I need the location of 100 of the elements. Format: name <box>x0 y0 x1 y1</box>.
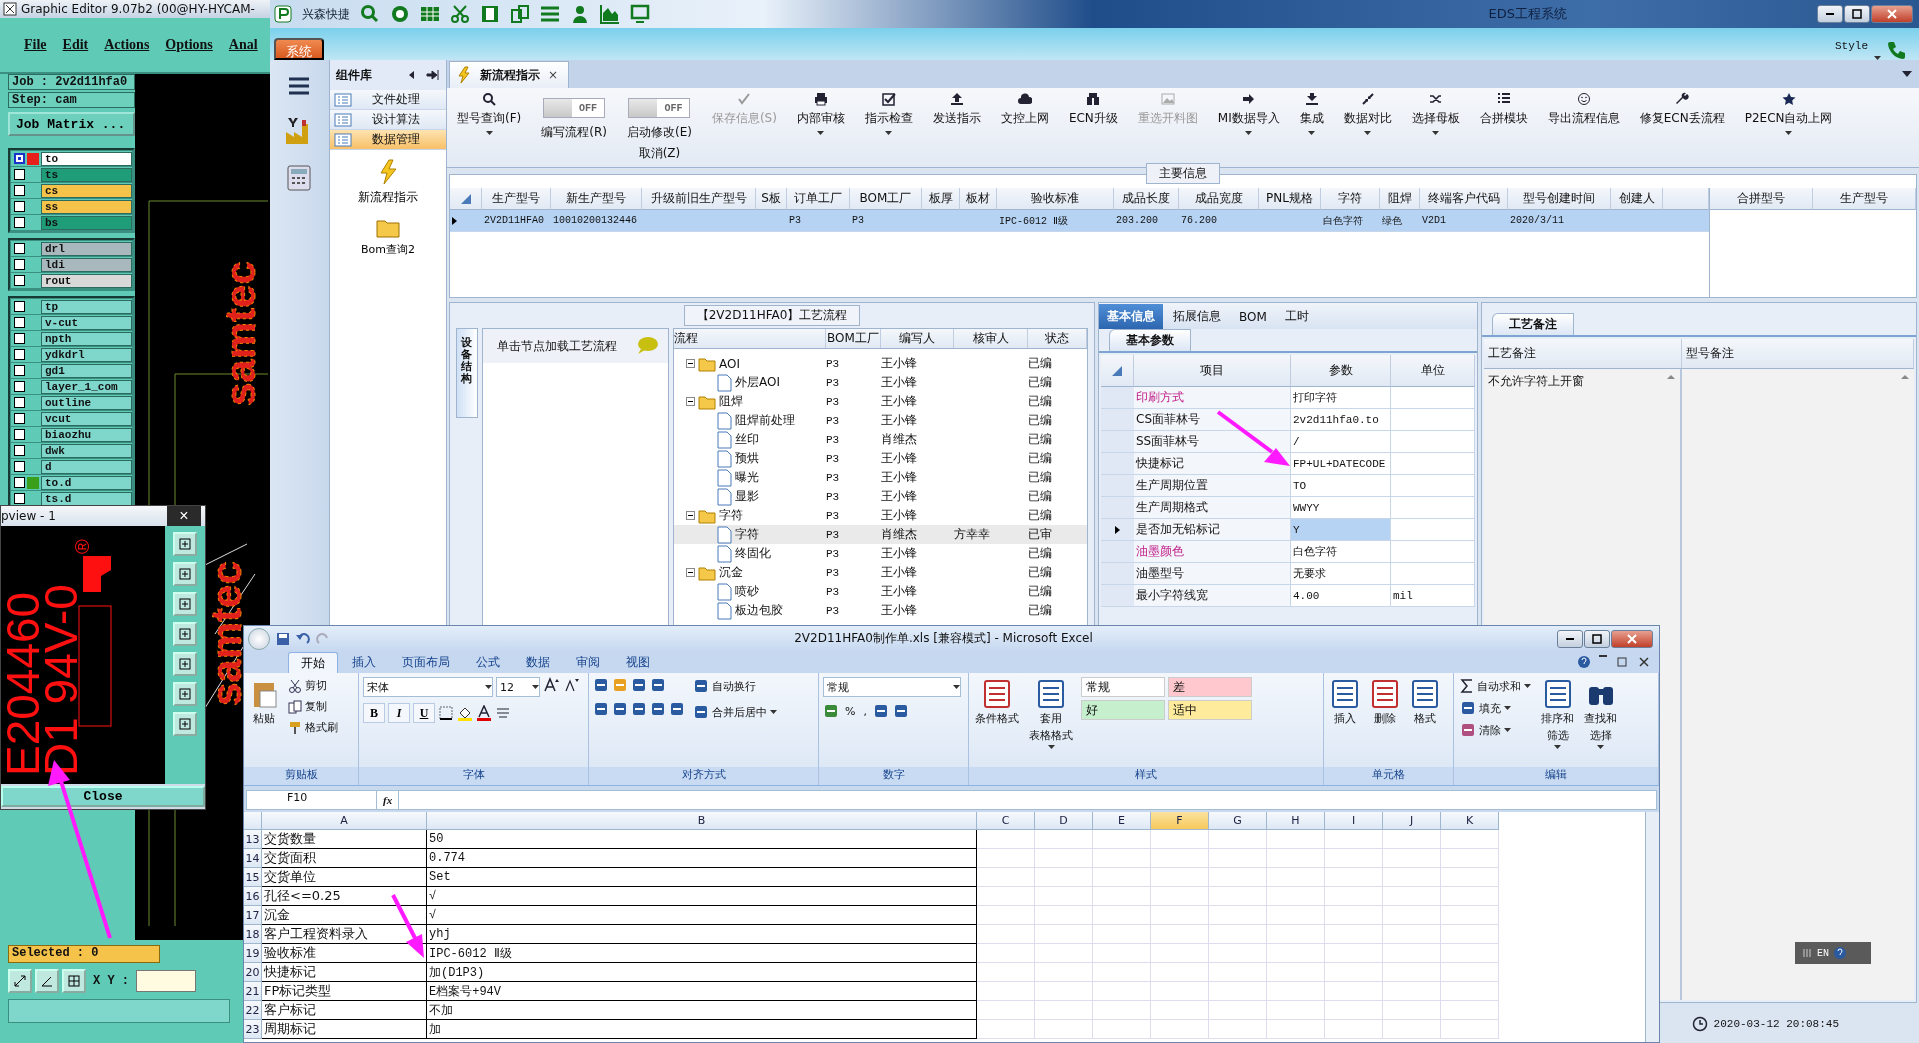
column-header[interactable]: 编写人 <box>881 329 954 348</box>
language-bar[interactable]: EN <box>1795 942 1871 964</box>
layer-checkbox[interactable] <box>14 381 25 392</box>
layer-name[interactable]: rout <box>41 273 132 288</box>
grid-cell[interactable] <box>977 982 1035 1001</box>
save-icon[interactable] <box>276 631 290 646</box>
tab[interactable]: 基本参数 <box>1109 329 1191 351</box>
tree-node[interactable]: 字符 <box>719 507 743 524</box>
phone-icon[interactable] <box>1887 40 1907 60</box>
find-select-button[interactable]: 查找和 选择 <box>1582 677 1619 751</box>
toolbar-button[interactable]: 文控上网 <box>990 92 1059 167</box>
tab[interactable]: 工时 <box>1276 304 1317 329</box>
column-header[interactable]: 字符 <box>1321 188 1380 210</box>
parameter-value[interactable]: 2v2d11hfa0.to <box>1291 409 1391 431</box>
column-header[interactable]: PNL规格 <box>1259 188 1321 210</box>
document-tab[interactable]: 新流程指示 × <box>449 61 570 88</box>
menu-item[interactable]: Options <box>165 37 213 53</box>
sort-filter-button[interactable]: 排序和 筛选 <box>1539 677 1576 751</box>
tree-node[interactable]: 阻焊前处理 <box>735 412 795 429</box>
menu-item[interactable]: Edit <box>62 37 89 53</box>
tree-node[interactable]: 字符 <box>735 526 759 543</box>
ribbon-tab[interactable]: 数据 <box>514 652 562 673</box>
grid-cell[interactable] <box>1209 1001 1267 1020</box>
view-tool-button[interactable] <box>173 622 197 646</box>
grid-cell[interactable] <box>1093 887 1151 906</box>
layer-name[interactable]: biaozhu <box>41 427 132 442</box>
grid-cell[interactable] <box>1267 887 1325 906</box>
toolbar-button[interactable]: 数据对比 <box>1333 92 1402 167</box>
parameter-value[interactable]: 无要求 <box>1291 563 1391 585</box>
layer-name[interactable]: ts <box>41 167 132 182</box>
column-header[interactable]: 升级前旧生产型号 <box>642 188 756 210</box>
tree-node[interactable]: 板边包胶 <box>735 602 783 619</box>
grid-cell[interactable] <box>1035 887 1093 906</box>
close-button[interactable] <box>1611 629 1653 648</box>
calculator-icon[interactable] <box>284 164 313 192</box>
grid-cell[interactable] <box>1151 944 1209 963</box>
ribbon-tab[interactable]: 页面布局 <box>390 652 462 673</box>
grid-cell[interactable] <box>1383 925 1441 944</box>
row-header[interactable]: 13 <box>244 830 262 849</box>
grid-cell[interactable] <box>1383 830 1441 849</box>
grid-tool-button[interactable] <box>62 969 86 993</box>
grid-cell[interactable] <box>977 944 1035 963</box>
lifebuoy-icon[interactable] <box>390 4 410 24</box>
scrollbar[interactable] <box>1645 812 1659 1042</box>
row-header[interactable]: 18 <box>244 925 262 944</box>
paste-button[interactable]: 粘贴 <box>248 677 280 728</box>
tree-node[interactable]: 外层AOI <box>735 374 780 391</box>
layer-name[interactable]: drl <box>41 241 132 256</box>
toolbar-button[interactable]: 集成 <box>1289 92 1334 167</box>
column-header[interactable]: B <box>427 812 977 830</box>
grid-cell[interactable] <box>1093 944 1151 963</box>
grid-cell[interactable] <box>1441 925 1499 944</box>
grid-cell[interactable] <box>1151 849 1209 868</box>
grid-cell[interactable] <box>1267 849 1325 868</box>
grid-cell[interactable] <box>1441 868 1499 887</box>
scissors-icon[interactable] <box>450 4 470 24</box>
column-header[interactable]: 型号创建时间 <box>1508 188 1611 210</box>
grid-cell[interactable] <box>1441 849 1499 868</box>
view-tool-button[interactable] <box>173 682 197 706</box>
column-header[interactable]: K <box>1441 812 1499 830</box>
layer-name[interactable]: layer_1_com <box>41 379 132 394</box>
layer-name[interactable]: v-cut <box>41 315 132 330</box>
grid-cell[interactable] <box>977 849 1035 868</box>
person-icon[interactable] <box>570 4 590 24</box>
grid-cell[interactable] <box>977 887 1035 906</box>
column-header[interactable]: 板厚 <box>922 188 960 210</box>
grid-cell[interactable] <box>1209 830 1267 849</box>
parameter-value[interactable]: 打印字符 <box>1291 387 1391 409</box>
parameter-value[interactable]: 4.00 <box>1291 585 1391 607</box>
row-header[interactable]: 19 <box>244 944 262 963</box>
grid-cell[interactable] <box>1093 925 1151 944</box>
job-matrix-button[interactable]: Job Matrix ... <box>8 112 135 136</box>
grid-cell[interactable] <box>1035 944 1093 963</box>
grid-cell[interactable] <box>1151 887 1209 906</box>
grid-cell[interactable] <box>1209 963 1267 982</box>
minimize-button[interactable] <box>1817 5 1843 23</box>
grid-cell[interactable] <box>1383 1020 1441 1039</box>
layer-checkbox[interactable] <box>14 429 25 440</box>
column-header[interactable]: S板 <box>756 188 787 210</box>
layer-checkbox[interactable] <box>14 153 25 164</box>
row-header[interactable]: 20 <box>244 963 262 982</box>
column-header[interactable]: G <box>1209 812 1267 830</box>
minimize-button[interactable] <box>1557 629 1583 648</box>
grid-cell[interactable] <box>1209 868 1267 887</box>
layer-name[interactable]: ldi <box>41 257 132 272</box>
tree-node[interactable]: 预烘 <box>735 450 759 467</box>
grid-cell[interactable] <box>1267 1020 1325 1039</box>
library-item[interactable]: 文件处理 <box>330 90 446 110</box>
grid-cell[interactable] <box>1093 982 1151 1001</box>
layer-checkbox[interactable] <box>14 397 25 408</box>
grid-cell[interactable] <box>1209 982 1267 1001</box>
grid-cell[interactable] <box>1035 906 1093 925</box>
toolbar-button[interactable]: 选择母板 <box>1401 92 1470 167</box>
column-header[interactable]: 单位 <box>1391 355 1475 387</box>
delete-button[interactable]: 删除 <box>1368 677 1402 728</box>
column-header[interactable]: J <box>1383 812 1441 830</box>
column-header[interactable]: H <box>1267 812 1325 830</box>
conditional-format-button[interactable]: 条件格式 <box>973 677 1021 728</box>
toggle-switch[interactable]: OFF <box>543 98 606 118</box>
layer-name[interactable]: cs <box>41 183 132 198</box>
